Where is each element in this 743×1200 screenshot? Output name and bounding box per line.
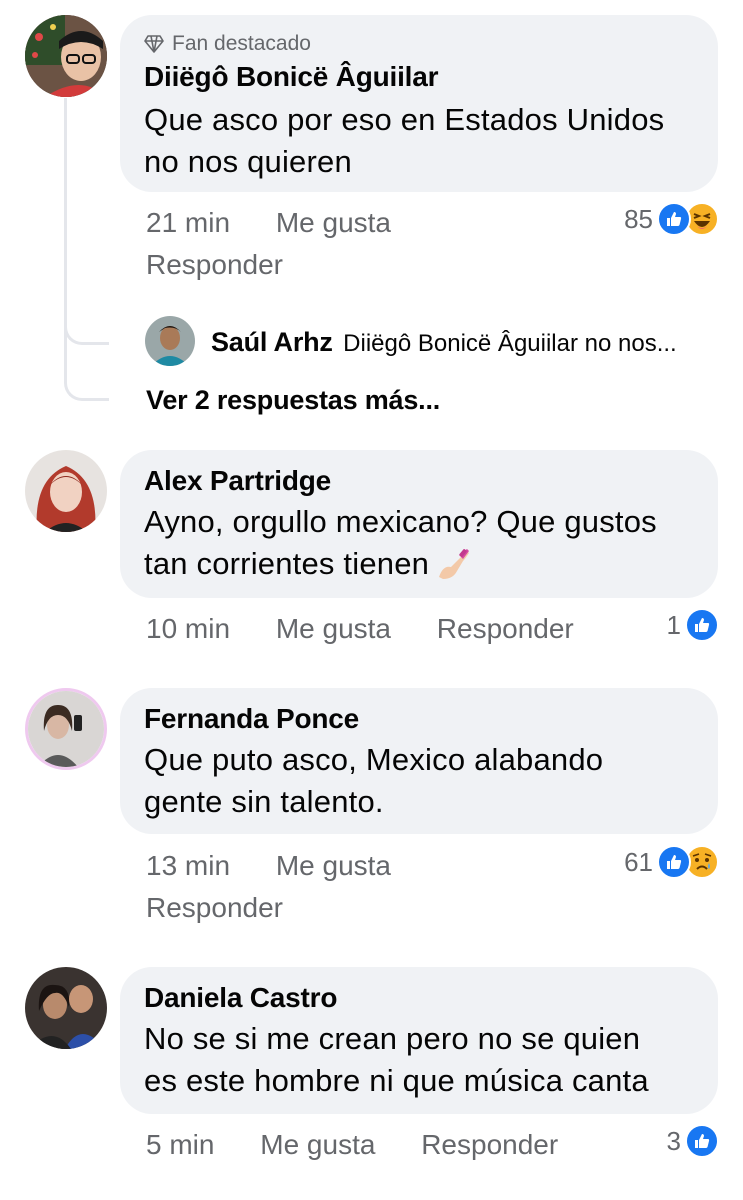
comment-time[interactable]: 13 min	[146, 850, 230, 881]
like-button[interactable]: Me gusta	[276, 207, 391, 238]
comment-bubble: Alex Partridge Ayno, orgullo mexicano? Q…	[120, 450, 718, 598]
reactions-summary[interactable]: 1	[667, 608, 719, 642]
avatar-photo	[25, 450, 107, 532]
like-button[interactable]: Me gusta	[276, 613, 391, 644]
avatar-photo	[25, 967, 107, 1049]
top-fan-badge[interactable]: Fan destacado	[144, 31, 694, 57]
comment-actions: 5 min Me gusta Responder	[146, 1128, 558, 1162]
like-button[interactable]: Me gusta	[260, 1129, 375, 1160]
reactions-summary[interactable]: 85	[624, 202, 719, 236]
comment-author[interactable]: Diiëgô Bonicë Âguiilar	[144, 59, 694, 95]
thread-branch	[64, 300, 109, 345]
reply-avatar[interactable]	[145, 316, 195, 366]
like-icon	[685, 608, 719, 642]
reply-button[interactable]: Responder	[146, 891, 283, 925]
comment-text-line: no nos quieren	[144, 144, 352, 179]
reply-author: Saúl Arhz	[211, 327, 333, 357]
diamond-icon	[144, 35, 164, 53]
comment-actions: 21 min Me gusta	[146, 206, 391, 240]
reply-preview-text: Diiëgô Bonicë Âguiilar no nos...	[343, 330, 677, 357]
reaction-count: 85	[624, 203, 653, 234]
reaction-count: 3	[666, 1125, 681, 1156]
like-icon	[657, 202, 691, 236]
comment-text-line: es este hombre ni que música canta	[144, 1063, 649, 1098]
comment-time[interactable]: 21 min	[146, 207, 230, 238]
avatar-photo	[145, 316, 195, 366]
comment-actions: 13 min Me gusta	[146, 849, 391, 883]
thread-branch	[64, 360, 109, 401]
comment-actions: 10 min Me gusta Responder	[146, 612, 574, 646]
comment-text-line: No se si me crean pero no se quien	[144, 1021, 641, 1056]
comment-author[interactable]: Daniela Castro	[144, 980, 694, 1016]
comment-bubble: Fernanda Ponce Que puto asco, Mexico ala…	[120, 688, 718, 834]
comment-bubble: Fan destacado Diiëgô Bonicë Âguiilar Que…	[120, 15, 718, 192]
avatar[interactable]	[25, 688, 107, 770]
comment-text-line: Que puto asco, Mexico alabando	[144, 742, 604, 777]
reaction-count: 61	[624, 846, 653, 877]
badge-label: Fan destacado	[172, 32, 311, 55]
like-button[interactable]: Me gusta	[276, 850, 391, 881]
reactions-summary[interactable]: 61	[624, 845, 719, 879]
comment-time[interactable]: 10 min	[146, 613, 230, 644]
comment-bubble: Daniela Castro No se si me crean pero no…	[120, 967, 718, 1114]
like-icon	[657, 845, 691, 879]
comment-text-line: tan corrientes tienen	[144, 546, 430, 581]
comment-author[interactable]: Alex Partridge	[144, 463, 694, 499]
nail-polish-icon	[439, 549, 470, 579]
reaction-count: 1	[666, 609, 681, 640]
comment-text-line: Ayno, orgullo mexicano? Que gustos	[144, 504, 657, 539]
reactions-summary[interactable]: 3	[667, 1124, 719, 1158]
avatar[interactable]	[25, 967, 107, 1049]
comment-author[interactable]: Fernanda Ponce	[144, 701, 694, 737]
thread-line	[64, 98, 67, 383]
reply-button[interactable]: Responder	[421, 1129, 558, 1160]
avatar-photo	[25, 15, 107, 97]
view-more-replies[interactable]: Ver 2 respuestas más...	[146, 382, 440, 418]
like-icon	[685, 1124, 719, 1158]
reply-button[interactable]: Responder	[146, 248, 283, 282]
reply-preview[interactable]: Saúl Arhz Diiëgô Bonicë Âguiilar no nos.…	[211, 324, 677, 360]
comment-time[interactable]: 5 min	[146, 1129, 214, 1160]
avatar[interactable]	[25, 450, 107, 532]
comment-text-line: gente sin talento.	[144, 784, 384, 819]
avatar-photo	[28, 691, 104, 767]
reply-button[interactable]: Responder	[437, 613, 574, 644]
comment-text-line: Que asco por eso en Estados Unidos	[144, 102, 665, 137]
avatar[interactable]	[25, 15, 107, 97]
